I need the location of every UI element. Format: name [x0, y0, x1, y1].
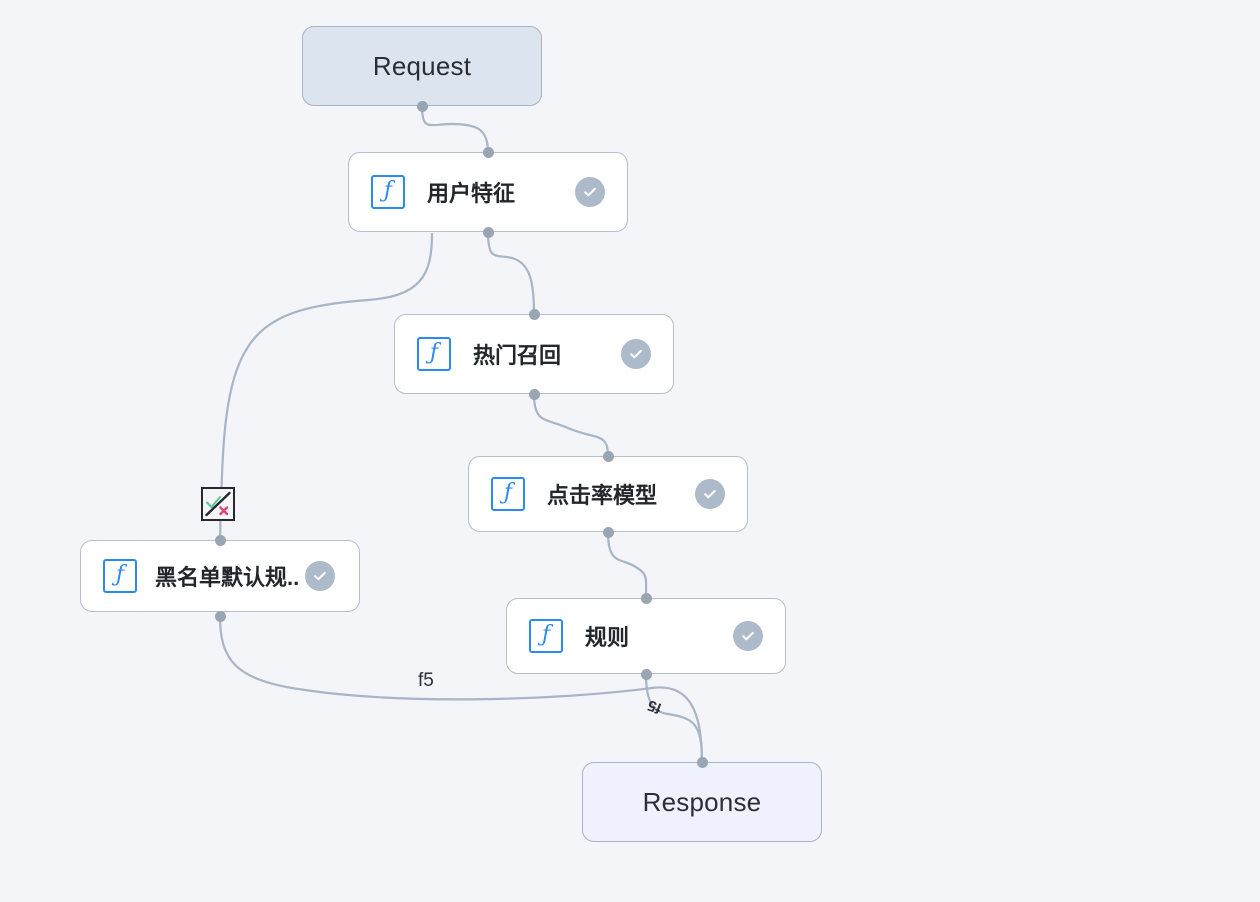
port-ctr-model-out[interactable]: [602, 526, 614, 538]
node-rule[interactable]: ƒ 规则: [506, 598, 786, 674]
node-blacklist-rule-label: 黑名单默认规..: [155, 565, 300, 590]
port-hot-recall-out[interactable]: [528, 388, 540, 400]
node-rule-label: 规则: [585, 625, 630, 650]
port-blacklist-rule-out[interactable]: [214, 610, 226, 622]
node-user-feature[interactable]: ƒ 用户特征: [348, 152, 628, 232]
port-blacklist-rule-in[interactable]: [214, 534, 226, 546]
check-badge-icon: [695, 479, 725, 509]
node-request[interactable]: Request: [302, 26, 542, 106]
edge-user-feature-to-hot-recall: [486, 230, 536, 316]
port-hot-recall-in[interactable]: [528, 308, 540, 320]
edge-label-f5: f5: [418, 670, 434, 691]
port-rule-out[interactable]: [640, 668, 652, 680]
check-badge-icon: [575, 177, 605, 207]
function-f-icon: ƒ: [491, 477, 525, 511]
bypass-disabled-icon[interactable]: [201, 487, 235, 521]
check-badge-icon: [621, 339, 651, 369]
node-hot-recall-label: 热门召回: [473, 343, 562, 368]
function-f-icon: ƒ: [417, 337, 451, 371]
port-request-out[interactable]: [416, 100, 428, 112]
port-ctr-model-in[interactable]: [602, 450, 614, 462]
port-response-in[interactable]: [696, 756, 708, 768]
function-f-icon: ƒ: [371, 175, 405, 209]
edge-label-f5-rotated: f5: [645, 696, 664, 717]
edge-rule-to-response: [644, 672, 704, 764]
node-response[interactable]: Response: [582, 762, 822, 842]
flow-canvas[interactable]: Request ƒ 用户特征 ƒ 热门召回 ƒ 点击率模型 ƒ 黑名单默认规..…: [0, 0, 1260, 902]
node-response-label: Response: [642, 786, 762, 817]
edge-request-to-user-feature: [420, 104, 490, 154]
port-user-feature-in[interactable]: [482, 146, 494, 158]
edge-hot-recall-to-ctr-model: [532, 392, 610, 458]
edge-ctr-model-to-rule: [606, 530, 648, 600]
node-ctr-model[interactable]: ƒ 点击率模型: [468, 456, 748, 532]
node-request-label: Request: [372, 50, 472, 81]
check-badge-icon: [305, 561, 335, 591]
node-blacklist-rule[interactable]: ƒ 黑名单默认规..: [80, 540, 360, 612]
port-user-feature-out[interactable]: [482, 226, 494, 238]
check-badge-icon: [733, 621, 763, 651]
function-f-icon: ƒ: [529, 619, 563, 653]
port-rule-in[interactable]: [640, 592, 652, 604]
node-hot-recall[interactable]: ƒ 热门召回: [394, 314, 674, 394]
node-ctr-model-label: 点击率模型: [547, 483, 658, 508]
node-user-feature-label: 用户特征: [427, 181, 516, 206]
function-f-icon: ƒ: [103, 559, 137, 593]
